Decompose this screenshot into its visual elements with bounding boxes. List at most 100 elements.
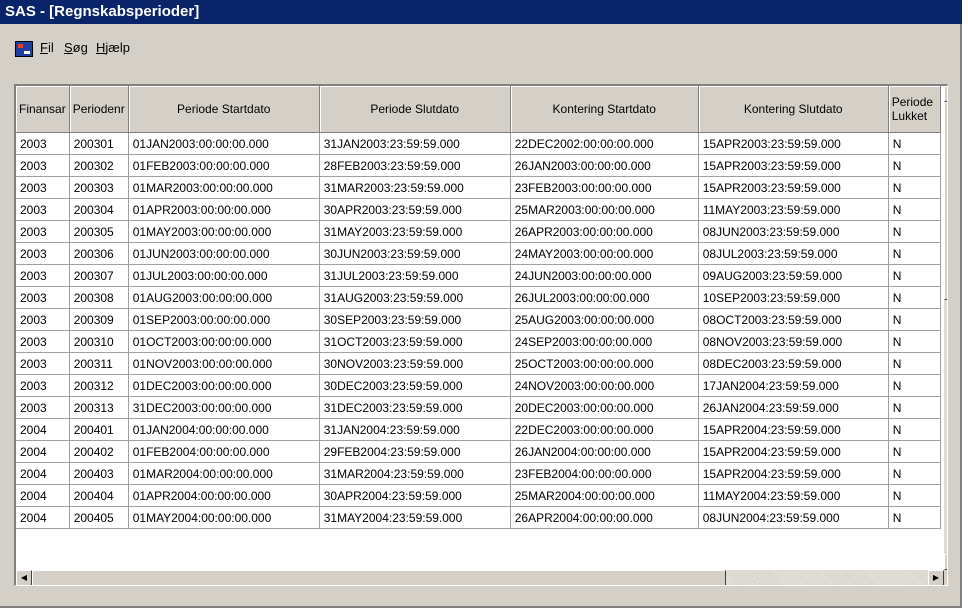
cell-kontering-slutdato[interactable]: 10SEP2003:23:59:59.000 — [698, 286, 889, 309]
column-header-kontering-slutdato[interactable]: Kontering Slutdato — [698, 86, 889, 133]
cell-finansar[interactable]: 2003 — [16, 220, 70, 243]
cell-periode-lukket[interactable]: N — [888, 330, 941, 353]
horizontal-scrollbar[interactable]: ◀ ▶ — [16, 570, 944, 585]
cell-periode-startdato[interactable]: 31DEC2003:00:00:00.000 — [128, 396, 320, 419]
column-header-kontering-startdato[interactable]: Kontering Startdato — [510, 86, 699, 133]
cell-kontering-startdato[interactable]: 25MAR2004:00:00:00.000 — [510, 484, 699, 507]
cell-periode-lukket[interactable]: N — [888, 484, 941, 507]
cell-finansar[interactable]: 2003 — [16, 132, 70, 155]
cell-periode-slutdato[interactable]: 31MAY2003:23:59:59.000 — [319, 220, 511, 243]
cell-finansar[interactable]: 2003 — [16, 308, 70, 331]
cell-periode-slutdato[interactable]: 30NOV2003:23:59:59.000 — [319, 352, 511, 375]
scroll-down-button[interactable]: ▼ — [944, 554, 947, 570]
cell-periode-lukket[interactable]: N — [888, 506, 941, 529]
cell-periode-lukket[interactable]: N — [888, 154, 941, 177]
scroll-left-button[interactable]: ◀ — [16, 570, 32, 585]
cell-periode-startdato[interactable]: 01NOV2003:00:00:00.000 — [128, 352, 320, 375]
cell-periode-lukket[interactable]: N — [888, 308, 941, 331]
cell-finansar[interactable]: 2003 — [16, 198, 70, 221]
cell-kontering-slutdato[interactable]: 15APR2003:23:59:59.000 — [698, 132, 889, 155]
cell-periode-slutdato[interactable]: 31JUL2003:23:59:59.000 — [319, 264, 511, 287]
table-row[interactable]: 2003 200311 01NOV2003:00:00:00.000 30NOV200… — [16, 352, 941, 375]
cell-periodenr[interactable]: 200307 — [69, 264, 129, 287]
cell-periode-slutdato[interactable]: 29FEB2004:23:59:59.000 — [319, 440, 511, 463]
menu-fil[interactable]: Fil — [40, 37, 54, 59]
cell-kontering-startdato[interactable]: 20DEC2003:00:00:00.000 — [510, 396, 699, 419]
cell-periode-slutdato[interactable]: 30APR2004:23:59:59.000 — [319, 484, 511, 507]
cell-periode-lukket[interactable]: N — [888, 352, 941, 375]
cell-kontering-startdato[interactable]: 22DEC2002:00:00:00.000 — [510, 132, 699, 155]
cell-periode-startdato[interactable]: 01MAR2004:00:00:00.000 — [128, 462, 320, 485]
cell-kontering-slutdato[interactable]: 08NOV2003:23:59:59.000 — [698, 330, 889, 353]
cell-kontering-startdato[interactable]: 25AUG2003:00:00:00.000 — [510, 308, 699, 331]
table-row[interactable]: 2003 200309 01SEP2003:00:00:00.000 30SEP200… — [16, 308, 941, 331]
cell-periode-lukket[interactable]: N — [888, 176, 941, 199]
table-row[interactable]: 2003 200313 31DEC2003:00:00:00.000 31DEC200… — [16, 396, 941, 419]
cell-periode-startdato[interactable]: 01APR2003:00:00:00.000 — [128, 198, 320, 221]
cell-periodenr[interactable]: 200403 — [69, 462, 129, 485]
cell-finansar[interactable]: 2003 — [16, 242, 70, 265]
cell-kontering-slutdato[interactable]: 15APR2004:23:59:59.000 — [698, 418, 889, 441]
table-row[interactable]: 2004 200402 01FEB2004:00:00:00.000 29FEB200… — [16, 440, 941, 463]
cell-periode-startdato[interactable]: 01APR2004:00:00:00.000 — [128, 484, 320, 507]
column-header-finansar[interactable]: Finansar — [16, 86, 70, 133]
cell-periodenr[interactable]: 200313 — [69, 396, 129, 419]
cell-periode-startdato[interactable]: 01MAY2003:00:00:00.000 — [128, 220, 320, 243]
cell-periode-lukket[interactable]: N — [888, 220, 941, 243]
menu-sog[interactable]: Søg — [64, 37, 88, 59]
cell-periode-slutdato[interactable]: 31JAN2003:23:59:59.000 — [319, 132, 511, 155]
cell-periode-startdato[interactable]: 01JUL2003:00:00:00.000 — [128, 264, 320, 287]
cell-kontering-slutdato[interactable]: 17JAN2004:23:59:59.000 — [698, 374, 889, 397]
cell-finansar[interactable]: 2004 — [16, 440, 70, 463]
horizontal-scroll-thumb[interactable] — [32, 570, 726, 585]
table-row[interactable]: 2003 200308 01AUG2003:00:00:00.000 31AUG200… — [16, 286, 941, 309]
cell-finansar[interactable]: 2003 — [16, 352, 70, 375]
table-row[interactable]: 2003 200302 01FEB2003:00:00:00.000 28FEB200… — [16, 154, 941, 177]
cell-periodenr[interactable]: 200302 — [69, 154, 129, 177]
cell-kontering-startdato[interactable]: 26JAN2004:00:00:00.000 — [510, 440, 699, 463]
cell-finansar[interactable]: 2004 — [16, 462, 70, 485]
cell-periode-startdato[interactable]: 01FEB2004:00:00:00.000 — [128, 440, 320, 463]
cell-finansar[interactable]: 2003 — [16, 330, 70, 353]
cell-kontering-startdato[interactable]: 26APR2004:00:00:00.000 — [510, 506, 699, 529]
cell-periodenr[interactable]: 200312 — [69, 374, 129, 397]
cell-kontering-startdato[interactable]: 24NOV2003:00:00:00.000 — [510, 374, 699, 397]
cell-kontering-startdato[interactable]: 25MAR2003:00:00:00.000 — [510, 198, 699, 221]
cell-periode-slutdato[interactable]: 31AUG2003:23:59:59.000 — [319, 286, 511, 309]
cell-kontering-slutdato[interactable]: 26JAN2004:23:59:59.000 — [698, 396, 889, 419]
cell-periode-lukket[interactable]: N — [888, 418, 941, 441]
scroll-right-button[interactable]: ▶ — [928, 570, 944, 585]
cell-kontering-startdato[interactable]: 26JAN2003:00:00:00.000 — [510, 154, 699, 177]
cell-finansar[interactable]: 2003 — [16, 264, 70, 287]
menu-hjaelp[interactable]: Hjælp — [96, 37, 130, 59]
cell-kontering-startdato[interactable]: 22DEC2003:00:00:00.000 — [510, 418, 699, 441]
cell-periode-slutdato[interactable]: 31DEC2003:23:59:59.000 — [319, 396, 511, 419]
table-row[interactable]: 2004 200403 01MAR2004:00:00:00.000 31MAR200… — [16, 462, 941, 485]
column-header-periode-slutdato[interactable]: Periode Slutdato — [319, 86, 511, 133]
table-row[interactable]: 2003 200312 01DEC2003:00:00:00.000 30DEC200… — [16, 374, 941, 397]
cell-periode-lukket[interactable]: N — [888, 264, 941, 287]
cell-periodenr[interactable]: 200304 — [69, 198, 129, 221]
cell-kontering-startdato[interactable]: 26APR2003:00:00:00.000 — [510, 220, 699, 243]
cell-kontering-slutdato[interactable]: 15APR2003:23:59:59.000 — [698, 154, 889, 177]
cell-periode-slutdato[interactable]: 30APR2003:23:59:59.000 — [319, 198, 511, 221]
cell-finansar[interactable]: 2003 — [16, 396, 70, 419]
cell-periodenr[interactable]: 200306 — [69, 242, 129, 265]
table-row[interactable]: 2004 200404 01APR2004:00:00:00.000 30APR200… — [16, 484, 941, 507]
cell-finansar[interactable]: 2003 — [16, 286, 70, 309]
table-row[interactable]: 2003 200310 01OCT2003:00:00:00.000 31OCT200… — [16, 330, 941, 353]
cell-kontering-slutdato[interactable]: 08JUN2004:23:59:59.000 — [698, 506, 889, 529]
cell-periode-slutdato[interactable]: 28FEB2003:23:59:59.000 — [319, 154, 511, 177]
cell-periode-startdato[interactable]: 01FEB2003:00:00:00.000 — [128, 154, 320, 177]
cell-periode-lukket[interactable]: N — [888, 440, 941, 463]
cell-kontering-startdato[interactable]: 24MAY2003:00:00:00.000 — [510, 242, 699, 265]
cell-kontering-slutdato[interactable]: 08JUN2003:23:59:59.000 — [698, 220, 889, 243]
sas-app-icon[interactable] — [15, 41, 33, 57]
vertical-scroll-thumb[interactable] — [944, 102, 947, 300]
cell-periodenr[interactable]: 200308 — [69, 286, 129, 309]
cell-periodenr[interactable]: 200305 — [69, 220, 129, 243]
cell-periode-lukket[interactable]: N — [888, 396, 941, 419]
cell-periode-slutdato[interactable]: 31MAY2004:23:59:59.000 — [319, 506, 511, 529]
table-row[interactable]: 2003 200304 01APR2003:00:00:00.000 30APR200… — [16, 198, 941, 221]
cell-periode-slutdato[interactable]: 31JAN2004:23:59:59.000 — [319, 418, 511, 441]
